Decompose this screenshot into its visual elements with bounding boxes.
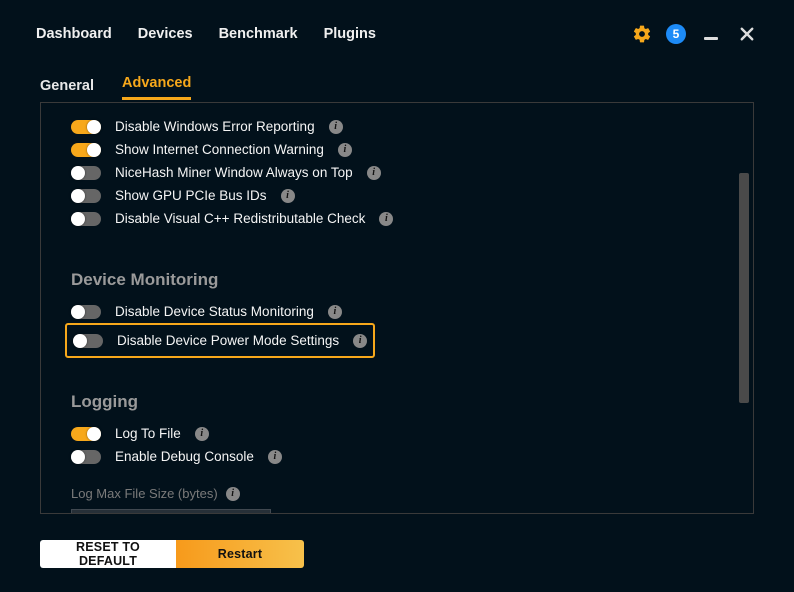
section-device-monitoring-title: Device Monitoring xyxy=(71,270,731,290)
toggle-disable-wer[interactable] xyxy=(71,120,101,134)
gear-icon[interactable] xyxy=(632,24,652,44)
section-logging-title: Logging xyxy=(71,392,731,412)
nav-plugins[interactable]: Plugins xyxy=(324,26,376,42)
highlighted-setting: Disable Device Power Mode Settings i xyxy=(65,323,375,358)
label: Show GPU PCIe Bus IDs xyxy=(115,188,267,203)
setting-disable-device-status: Disable Device Status Monitoring i xyxy=(71,300,731,323)
label: Disable Visual C++ Redistributable Check xyxy=(115,211,365,226)
nav-right: 5 xyxy=(632,23,758,45)
settings-scroll: Disable Windows Error Reporting i Show I… xyxy=(41,103,753,513)
toggle-show-internet-warning[interactable] xyxy=(71,143,101,157)
info-icon[interactable]: i xyxy=(338,143,352,157)
info-icon[interactable]: i xyxy=(226,487,240,501)
label: NiceHash Miner Window Always on Top xyxy=(115,165,353,180)
info-icon[interactable]: i xyxy=(353,334,367,348)
setting-show-gpu-pcie: Show GPU PCIe Bus IDs i xyxy=(71,184,731,207)
toggle-enable-debug-console[interactable] xyxy=(71,450,101,464)
nav-benchmark[interactable]: Benchmark xyxy=(219,26,298,42)
tab-general[interactable]: General xyxy=(40,78,94,100)
toggle-always-on-top[interactable] xyxy=(71,166,101,180)
close-icon[interactable] xyxy=(736,23,758,45)
info-icon[interactable]: i xyxy=(268,450,282,464)
restart-button[interactable]: Restart xyxy=(176,540,304,568)
label-text: Log Max File Size (bytes) xyxy=(71,486,218,501)
nav-left: Dashboard Devices Benchmark Plugins xyxy=(36,26,376,42)
label: Disable Device Power Mode Settings xyxy=(117,333,339,348)
info-icon[interactable]: i xyxy=(329,120,343,134)
info-icon[interactable]: i xyxy=(328,305,342,319)
info-icon[interactable]: i xyxy=(195,427,209,441)
info-icon[interactable]: i xyxy=(281,189,295,203)
setting-disable-vcredist: Disable Visual C++ Redistributable Check… xyxy=(71,207,731,230)
bottom-bar: RESET TO DEFAULT Restart xyxy=(40,540,304,568)
log-max-file-size-label: Log Max File Size (bytes) i xyxy=(71,486,731,501)
toggle-disable-device-status[interactable] xyxy=(71,305,101,319)
notification-badge[interactable]: 5 xyxy=(666,24,686,44)
top-nav: Dashboard Devices Benchmark Plugins 5 xyxy=(0,0,794,68)
toggle-log-to-file[interactable] xyxy=(71,427,101,441)
settings-panel: Disable Windows Error Reporting i Show I… xyxy=(40,102,754,514)
label: Log To File xyxy=(115,426,181,441)
toggle-disable-power-mode[interactable] xyxy=(73,334,103,348)
label: Enable Debug Console xyxy=(115,449,254,464)
setting-always-on-top: NiceHash Miner Window Always on Top i xyxy=(71,161,731,184)
scrollbar-track[interactable] xyxy=(737,105,751,511)
info-icon[interactable]: i xyxy=(367,166,381,180)
label: Show Internet Connection Warning xyxy=(115,142,324,157)
tab-advanced[interactable]: Advanced xyxy=(122,75,191,100)
label: Disable Windows Error Reporting xyxy=(115,119,315,134)
nav-devices[interactable]: Devices xyxy=(138,26,193,42)
toggle-disable-vcredist[interactable] xyxy=(71,212,101,226)
toggle-show-gpu-pcie[interactable] xyxy=(71,189,101,203)
setting-show-internet-warning: Show Internet Connection Warning i xyxy=(71,138,731,161)
setting-log-to-file: Log To File i xyxy=(71,422,731,445)
setting-enable-debug-console: Enable Debug Console i xyxy=(71,445,731,468)
scrollbar-thumb[interactable] xyxy=(739,173,749,403)
setting-disable-power-mode: Disable Device Power Mode Settings i xyxy=(67,329,367,352)
label: Disable Device Status Monitoring xyxy=(115,304,314,319)
minimize-icon[interactable] xyxy=(700,23,722,45)
log-max-file-size-input[interactable] xyxy=(71,509,271,513)
reset-to-default-button[interactable]: RESET TO DEFAULT xyxy=(40,540,176,568)
setting-disable-wer: Disable Windows Error Reporting i xyxy=(71,115,731,138)
tab-bar: General Advanced xyxy=(0,68,794,100)
info-icon[interactable]: i xyxy=(379,212,393,226)
nav-dashboard[interactable]: Dashboard xyxy=(36,26,112,42)
